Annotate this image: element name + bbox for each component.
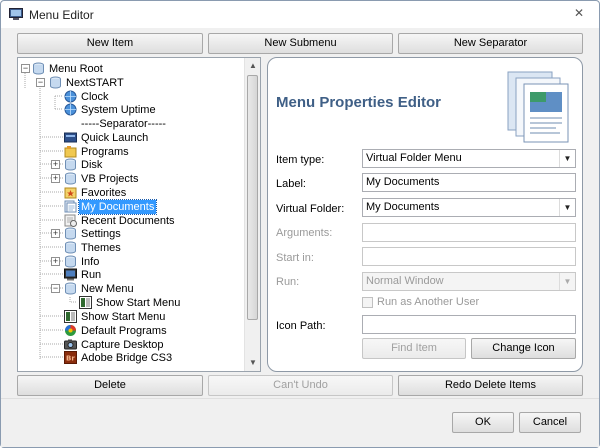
tree-item-label: Recent Documents <box>81 215 175 227</box>
tree-item-label: Menu Root <box>49 63 103 75</box>
tree-item-label: Clock <box>81 91 109 103</box>
dropdown-arrow-icon: ▼ <box>559 199 575 216</box>
programs-icon <box>64 146 77 158</box>
run-value: Normal Window <box>366 275 444 287</box>
cylinder-icon <box>50 76 61 89</box>
redo-delete-button[interactable]: Redo Delete Items <box>398 375 583 396</box>
cylinder-icon <box>65 282 76 295</box>
adobe-bridge-icon: Br <box>64 351 77 364</box>
globe-icon <box>64 90 77 103</box>
scroll-up-icon[interactable]: ▲ <box>245 58 260 74</box>
tree-item-label: Capture Desktop <box>81 339 164 351</box>
arguments-input[interactable] <box>362 223 576 242</box>
cylinder-icon <box>65 227 76 240</box>
item-type-value: Virtual Folder Menu <box>366 152 462 164</box>
tree-item-label: NextSTART <box>66 77 124 89</box>
start-menu-icon <box>64 310 77 323</box>
tree-item-label: Programs <box>81 146 129 158</box>
start-menu-icon <box>79 296 92 309</box>
new-item-button[interactable]: New Item <box>17 33 203 54</box>
change-icon-button[interactable]: Change Icon <box>471 338 576 359</box>
quick-launch-icon <box>64 132 77 143</box>
tree-item-label: Themes <box>81 242 121 254</box>
tree-item-label: New Menu <box>81 283 134 295</box>
start-in-label: Start in: <box>276 252 314 264</box>
run-as-other-user-label: Run as Another User <box>377 296 480 308</box>
cylinder-icon <box>65 172 76 185</box>
panel-title: Menu Properties Editor <box>276 94 442 111</box>
tree-item-label: Settings <box>81 228 121 240</box>
expand-disk-toggle[interactable]: + <box>51 160 60 169</box>
tree-item-label: Run <box>81 269 102 281</box>
cylinder-icon <box>33 62 44 75</box>
title-bar: Menu Editor ✕ <box>1 1 599 29</box>
tree-item-label: Default Programs <box>81 325 167 337</box>
label-field-label: Label: <box>276 178 306 190</box>
close-icon[interactable]: ✕ <box>565 4 593 22</box>
virtual-folder-value: My Documents <box>366 201 440 213</box>
window-title: Menu Editor <box>29 8 94 22</box>
scroll-down-icon[interactable]: ▼ <box>245 355 260 371</box>
window-app-icon <box>9 8 23 20</box>
tree-item-label: Adobe Bridge CS3 <box>81 352 173 364</box>
tree-item-label: Info <box>81 256 100 268</box>
recent-docs-icon <box>64 214 77 227</box>
documents-icon <box>64 200 77 213</box>
camera-icon <box>64 339 77 350</box>
documents-folder-icon <box>507 71 569 143</box>
arguments-label: Arguments: <box>276 227 333 239</box>
find-item-button[interactable]: Find Item <box>362 338 466 359</box>
menu-editor-window: Menu Editor ✕ New Item New Submenu New S… <box>0 0 600 448</box>
item-type-select[interactable]: Virtual Folder Menu ▼ <box>362 149 576 168</box>
dialog-footer: OK Cancel <box>1 398 599 447</box>
cylinder-icon <box>65 255 76 268</box>
icon-path-label: Icon Path: <box>276 320 326 332</box>
expand-settings-toggle[interactable]: + <box>51 229 60 238</box>
label-input[interactable]: My Documents <box>362 173 576 192</box>
new-submenu-button[interactable]: New Submenu <box>208 33 393 54</box>
expand-info-toggle[interactable]: + <box>51 257 60 266</box>
cylinder-icon <box>65 241 76 254</box>
ok-button[interactable]: OK <box>452 412 514 433</box>
virtual-folder-label: Virtual Folder: <box>276 203 345 215</box>
menu-tree[interactable]: − Menu Root − NextSTART Clock System Upt… <box>17 57 261 372</box>
tree-item-label: Quick Launch <box>81 132 149 144</box>
globe-icon <box>64 103 77 116</box>
tree-item-label: System Uptime <box>81 104 156 116</box>
delete-button[interactable]: Delete <box>17 375 203 396</box>
tree-scrollbar[interactable]: ▲ ▼ <box>244 58 260 371</box>
collapse-root-toggle[interactable]: − <box>21 64 30 73</box>
item-type-label: Item type: <box>276 154 325 166</box>
favorites-icon <box>64 187 77 199</box>
dropdown-arrow-icon: ▼ <box>559 150 575 167</box>
run-label: Run: <box>276 276 300 288</box>
scrollbar-thumb[interactable] <box>247 75 258 320</box>
collapse-new-menu-toggle[interactable]: − <box>51 284 60 293</box>
run-select[interactable]: Normal Window ▼ <box>362 272 576 291</box>
cylinder-icon <box>65 158 76 171</box>
tree-item-label: Show Start Menu <box>96 297 181 309</box>
tree-item-label: Show Start Menu <box>81 311 166 323</box>
tree-item-label: VB Projects <box>81 173 139 185</box>
cancel-button[interactable]: Cancel <box>519 412 581 433</box>
new-separator-button[interactable]: New Separator <box>398 33 583 54</box>
undo-button[interactable]: Can't Undo <box>208 375 393 396</box>
default-programs-icon <box>65 325 76 336</box>
icon-path-input[interactable] <box>362 315 576 334</box>
svg-text:Br: Br <box>66 355 75 363</box>
collapse-nextstart-toggle[interactable]: − <box>36 78 45 87</box>
dropdown-arrow-icon: ▼ <box>559 273 575 290</box>
tree-item-label: Favorites <box>81 187 127 199</box>
tree-item-label: My Documents <box>77 199 158 215</box>
menu-properties-panel: Menu Properties Editor Item type: Virtua… <box>267 57 583 372</box>
run-as-other-user-checkbox[interactable] <box>362 297 373 308</box>
expand-vb-projects-toggle[interactable]: + <box>51 174 60 183</box>
tree-item-label: Disk <box>81 159 103 171</box>
virtual-folder-select[interactable]: My Documents ▼ <box>362 198 576 217</box>
tree-item-label: -----Separator----- <box>81 118 166 130</box>
run-icon <box>64 268 77 281</box>
start-in-input[interactable] <box>362 247 576 266</box>
